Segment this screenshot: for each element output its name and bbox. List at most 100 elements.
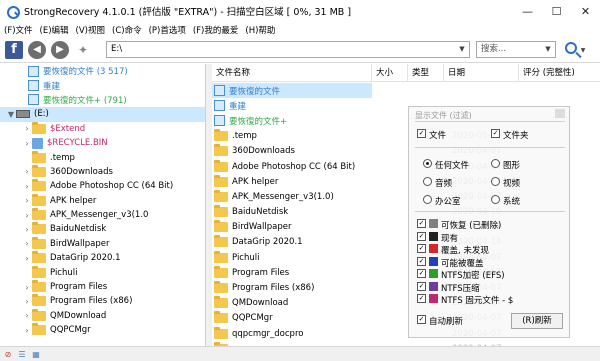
type-radio-system[interactable]: [491, 195, 500, 204]
file-row[interactable]: DataGrip 2020.12020-04-14: [212, 235, 501, 250]
column-header-name[interactable]: 文件名称: [212, 64, 372, 82]
tree-item[interactable]: › Adobe Photoshop CC (64 Bit): [0, 179, 205, 193]
chevron-right-icon[interactable]: ›: [22, 297, 32, 306]
file-row[interactable]: Adobe Photoshop CC (64 Bit)2020-04-07: [212, 159, 501, 174]
state-checkbox[interactable]: ✓: [417, 294, 426, 303]
file-row[interactable]: Program Files2020-04-07: [212, 265, 501, 280]
auto-refresh-checkbox[interactable]: ✓: [417, 315, 426, 324]
search-button[interactable]: ▼: [561, 40, 591, 60]
chevron-right-icon[interactable]: ›: [22, 326, 32, 335]
chevron-right-icon[interactable]: ›: [22, 225, 32, 234]
file-name: DataGrip 2020.1: [232, 237, 303, 248]
tree-item[interactable]: Pichuli: [0, 265, 205, 279]
tree-item[interactable]: ▼ (E:): [0, 107, 205, 122]
path-input[interactable]: E:\ ▼: [106, 41, 470, 58]
chevron-right-icon[interactable]: ›: [22, 196, 32, 205]
menu-preferences[interactable]: (P)首选项: [149, 24, 186, 36]
file-row[interactable]: QQPCMgr2020-04-07: [212, 311, 501, 326]
chevron-down-icon[interactable]: ▼: [6, 110, 16, 119]
state-checkbox[interactable]: ✓: [417, 231, 426, 241]
type-radio-audio[interactable]: [423, 177, 432, 186]
chevron-right-icon[interactable]: ›: [22, 124, 32, 133]
back-icon[interactable]: ◀: [28, 40, 46, 59]
chevron-right-icon[interactable]: ›: [22, 254, 32, 263]
chevron-right-icon[interactable]: ›: [22, 139, 32, 148]
recover-icon[interactable]: ⊘: [3, 349, 13, 359]
file-row[interactable]: qqpcmgr_docpro2020-04-07: [212, 326, 501, 341]
folder-checkbox[interactable]: ✓: [491, 129, 500, 138]
file-row[interactable]: BirdWallpaper2020-04-07: [212, 220, 501, 235]
state-checkbox[interactable]: ✓: [417, 281, 426, 291]
minimize-button[interactable]: —: [513, 0, 542, 22]
chevron-right-icon[interactable]: ›: [22, 239, 32, 248]
tree-item[interactable]: › Program Files: [0, 280, 205, 294]
file-name: APK_Messenger_v3(1.0): [232, 191, 334, 202]
tree-item[interactable]: .temp: [0, 150, 205, 164]
tree-item[interactable]: › 360Downloads: [0, 164, 205, 179]
chevron-down-icon[interactable]: ▼: [541, 42, 555, 57]
chevron-right-icon[interactable]: ›: [22, 311, 32, 320]
chevron-right-icon[interactable]: ›: [22, 283, 32, 292]
facebook-icon[interactable]: f: [5, 40, 23, 59]
file-checkbox[interactable]: ✓: [417, 129, 426, 138]
file-row[interactable]: 要恢復的文件+: [212, 113, 372, 128]
file-row[interactable]: Pichuli2020-04-07: [212, 250, 501, 265]
menu-favorites[interactable]: (F)我的最爱: [193, 24, 239, 36]
file-row[interactable]: 重建: [212, 98, 372, 113]
file-row[interactable]: BaiduNetdisk2020-04-10: [212, 205, 501, 220]
menu-file[interactable]: (F)文件: [4, 24, 33, 36]
type-radio-office[interactable]: [423, 195, 432, 204]
maximize-button[interactable]: ☐: [542, 0, 571, 22]
file-row[interactable]: 要恢復的文件: [212, 83, 372, 99]
chevron-right-icon[interactable]: ›: [22, 182, 32, 191]
search-input[interactable]: 搜索... ▼: [476, 41, 556, 58]
column-header-date[interactable]: 日期: [444, 64, 519, 82]
tree-item[interactable]: › BaiduNetdisk: [0, 222, 205, 236]
refresh-button[interactable]: (R)刷新: [511, 313, 563, 329]
file-row[interactable]: 360Downloads2020-04-07: [212, 144, 501, 159]
tree-item[interactable]: › $RECYCLE.BIN: [0, 136, 205, 150]
chevron-right-icon[interactable]: ›: [22, 167, 32, 176]
state-checkbox[interactable]: ✓: [417, 256, 426, 266]
tree-item[interactable]: › Program Files (x86): [0, 294, 205, 308]
chevron-down-icon[interactable]: ▼: [455, 42, 469, 57]
tree-item[interactable]: › DataGrip 2020.1: [0, 251, 205, 265]
folder-icon: [32, 323, 46, 336]
menu-help[interactable]: (H)帮助: [245, 24, 275, 36]
chevron-right-icon[interactable]: ›: [22, 211, 32, 220]
file-row[interactable]: QMDownload2020-04-07: [212, 296, 501, 311]
file-row[interactable]: .temp2020-05-27: [212, 129, 501, 144]
column-header-type[interactable]: 类型: [408, 64, 444, 82]
type-radio-video[interactable]: [491, 177, 500, 186]
details-view-icon[interactable]: ▦: [31, 349, 41, 359]
state-checkbox[interactable]: ✓: [417, 244, 426, 253]
tree-item[interactable]: 要恢復的文件 (3 517): [0, 64, 205, 78]
tree-item[interactable]: › $Extend: [0, 121, 205, 136]
file-rows: 要恢復的文件重建要恢復的文件+.temp2020-05-27360Downloa…: [212, 83, 501, 346]
tree-item[interactable]: 要恢復的文件+ (791): [0, 93, 205, 107]
tree-item[interactable]: › QQPCMgr: [0, 323, 205, 337]
column-header-size[interactable]: 大小: [372, 64, 408, 82]
list-view-icon[interactable]: ☰: [17, 349, 27, 359]
state-checkbox[interactable]: ✓: [417, 219, 426, 228]
menu-command[interactable]: (C)命令: [112, 24, 142, 36]
tree-item[interactable]: 重建: [0, 78, 205, 92]
state-checkbox[interactable]: ✓: [417, 269, 426, 278]
menu-view[interactable]: (V)视图: [76, 24, 105, 36]
file-row[interactable]: APK helper2020-04-07: [212, 174, 501, 189]
recover-wand-icon[interactable]: ✦: [74, 41, 92, 59]
tree-item[interactable]: › APK helper: [0, 193, 205, 208]
tree-item[interactable]: › QMDownload: [0, 308, 205, 323]
tree-item[interactable]: › BirdWallpaper: [0, 236, 205, 251]
divider: [415, 147, 565, 148]
column-header-rating[interactable]: 评分 (完整性): [519, 64, 600, 82]
menu-edit[interactable]: (E)编辑: [40, 24, 69, 36]
file-row[interactable]: Program Files (x86)2020-04-07: [212, 280, 501, 295]
type-radio-graphics[interactable]: [491, 159, 500, 168]
type-radio-any[interactable]: [423, 159, 432, 168]
close-button[interactable]: ✕: [571, 0, 600, 22]
tree-item[interactable]: › APK_Messenger_v3(1.0: [0, 208, 205, 222]
file-row[interactable]: APK_Messenger_v3(1.0)2020-04-07: [212, 189, 501, 204]
close-icon[interactable]: [555, 109, 565, 118]
forward-icon[interactable]: ▶: [51, 40, 69, 59]
